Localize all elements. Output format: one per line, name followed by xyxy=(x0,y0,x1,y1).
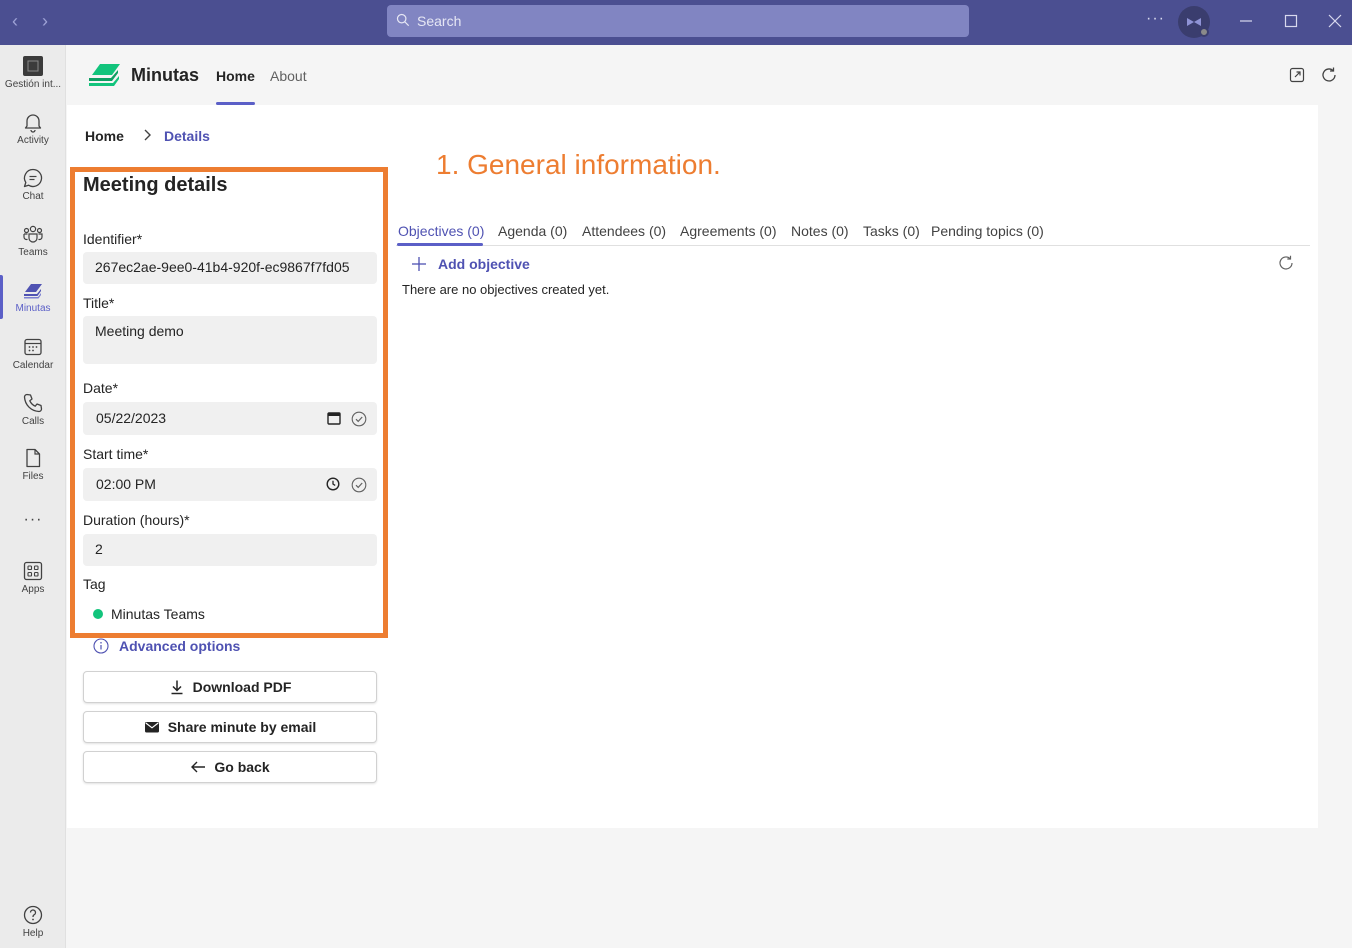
minimize-icon[interactable] xyxy=(1236,11,1256,31)
app-name: Minutas xyxy=(131,65,200,85)
tab-objectives[interactable]: Objectives (0) xyxy=(398,223,484,239)
annotation-text: 1. General information. xyxy=(436,149,721,180)
chevron-right-icon xyxy=(144,129,151,141)
empty-objectives-message: There are no objectives created yet. xyxy=(402,282,610,297)
rail-item-chat[interactable]: Chat xyxy=(0,167,66,202)
file-icon xyxy=(26,448,41,468)
avatar-logo-icon xyxy=(1187,18,1201,26)
popout-icon[interactable] xyxy=(1287,65,1307,85)
tab-agreements[interactable]: Agreements (0) xyxy=(680,223,776,239)
help-icon xyxy=(23,905,43,925)
rail-item-help[interactable]: Help xyxy=(0,904,66,939)
breadcrumb-current: Details xyxy=(164,128,210,144)
highlight-box xyxy=(70,167,388,638)
refresh-icon[interactable] xyxy=(1319,65,1339,85)
plus-icon xyxy=(412,257,426,271)
rail-item-activity[interactable]: Activity xyxy=(0,111,66,146)
apps-icon xyxy=(23,561,43,581)
bell-icon xyxy=(24,114,42,133)
rail-item-teams[interactable]: Teams xyxy=(0,223,66,258)
rail-label: Activity xyxy=(17,135,49,146)
search-icon xyxy=(396,13,410,27)
rail-item-calendar[interactable]: Calendar xyxy=(0,336,66,371)
rail-item-files[interactable]: Files xyxy=(0,447,66,482)
back-arrow-icon[interactable]: ‹ xyxy=(12,11,18,31)
app-rail: Gestión int... Activity Chat Teams Minut… xyxy=(0,45,66,948)
rail-label: Teams xyxy=(18,247,48,258)
arrow-left-icon xyxy=(191,761,206,773)
rail-label: Chat xyxy=(22,191,44,202)
more-icon: ··· xyxy=(23,511,43,528)
minutas-logo-icon xyxy=(89,64,120,86)
info-icon xyxy=(93,638,109,654)
add-objective-label: Add objective xyxy=(438,256,530,272)
tab-home[interactable]: Home xyxy=(216,68,255,84)
minutas-icon xyxy=(24,284,42,299)
rail-label: Gestión int... xyxy=(4,79,62,90)
phone-icon xyxy=(23,393,43,413)
tab-active-underline xyxy=(397,243,483,246)
tabs-divider xyxy=(396,245,1310,246)
rail-label: Apps xyxy=(21,584,45,595)
tab-notes[interactable]: Notes (0) xyxy=(791,223,849,239)
rail-item-more[interactable]: ··· xyxy=(0,511,66,529)
rail-item-minutas[interactable]: Minutas xyxy=(0,279,66,314)
rail-item-gestion[interactable]: Gestión int... xyxy=(0,55,66,90)
rail-label: Files xyxy=(22,471,44,482)
download-label: Download PDF xyxy=(192,679,292,695)
app-header: Minutas Home About xyxy=(67,45,1352,105)
title-bar: ‹ › Search ··· xyxy=(0,0,1352,45)
share-label: Share minute by email xyxy=(167,719,317,735)
rail-item-apps[interactable]: Apps xyxy=(0,560,66,595)
presence-dot xyxy=(1199,27,1209,37)
avatar[interactable] xyxy=(1178,6,1210,38)
tab-about[interactable]: About xyxy=(270,68,307,84)
tab-attendees[interactable]: Attendees (0) xyxy=(582,223,666,239)
download-icon xyxy=(171,680,183,695)
go-back-label: Go back xyxy=(214,759,270,775)
rail-label: Calendar xyxy=(12,360,54,371)
search-placeholder: Search xyxy=(417,13,462,29)
org-tile-icon xyxy=(23,56,43,76)
refresh-objectives-icon[interactable] xyxy=(1277,254,1295,272)
chat-icon xyxy=(23,168,43,188)
rail-label: Calls xyxy=(21,416,45,427)
more-options-icon[interactable]: ··· xyxy=(1146,10,1165,28)
go-back-button[interactable]: Go back xyxy=(83,751,377,783)
forward-arrow-icon[interactable]: › xyxy=(42,11,48,31)
tab-agenda[interactable]: Agenda (0) xyxy=(498,223,567,239)
tab-tasks[interactable]: Tasks (0) xyxy=(863,223,920,239)
rail-label: Minutas xyxy=(15,303,51,314)
rail-label: Help xyxy=(22,928,44,939)
tab-pending-topics[interactable]: Pending topics (0) xyxy=(931,223,1044,239)
teams-icon xyxy=(23,225,43,243)
advanced-options-label: Advanced options xyxy=(119,638,241,654)
rail-item-calls[interactable]: Calls xyxy=(0,392,66,427)
close-icon[interactable] xyxy=(1325,11,1345,31)
mail-icon xyxy=(144,722,159,733)
share-email-button[interactable]: Share minute by email xyxy=(83,711,377,743)
search-box[interactable]: Search xyxy=(387,5,969,37)
maximize-icon[interactable] xyxy=(1281,11,1301,31)
download-pdf-button[interactable]: Download PDF xyxy=(83,671,377,703)
content-area: Home Details 1. General information. Mee… xyxy=(67,105,1318,828)
breadcrumb-home[interactable]: Home xyxy=(85,128,124,144)
calendar-icon xyxy=(24,338,42,356)
